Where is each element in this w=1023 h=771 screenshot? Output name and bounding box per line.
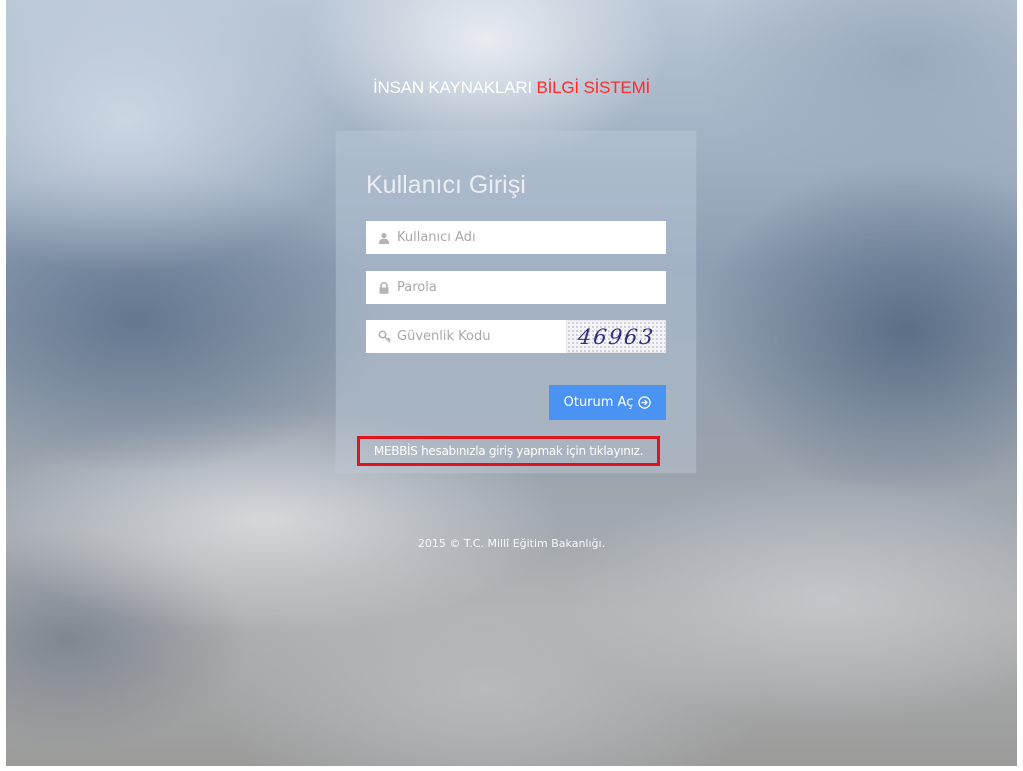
login-button-label: Oturum Aç	[563, 395, 634, 410]
captcha-text: 46963	[576, 324, 656, 349]
footer-copyright: 2015 © T.C. Millî Eğitim Bakanlığı.	[417, 537, 606, 550]
password-field[interactable]	[366, 271, 666, 304]
app-title-accent: BİLGİ SİSTEMİ	[536, 78, 651, 97]
user-icon	[377, 231, 391, 245]
captcha-image: 46963	[566, 320, 666, 353]
password-input[interactable]	[397, 272, 666, 303]
login-panel: Kullanıcı Girişi Kullanıcı Adı Güvenlik …	[336, 131, 696, 473]
arrow-circle-right-icon	[638, 396, 652, 409]
app-title: İNSAN KAYNAKLARI BİLGİ SİSTEMİ	[6, 78, 1017, 98]
lock-icon	[377, 281, 391, 295]
background: İNSAN KAYNAKLARI BİLGİ SİSTEMİ Kullanıcı…	[6, 0, 1017, 766]
username-field[interactable]	[366, 221, 666, 254]
login-button[interactable]: Oturum Aç	[549, 385, 666, 420]
security-code-field[interactable]	[366, 320, 566, 353]
username-input[interactable]	[397, 222, 666, 253]
key-icon	[377, 330, 391, 344]
mebbis-login-link[interactable]: MEBBİS hesabınızla giriş yapmak için tık…	[357, 436, 660, 466]
app-title-primary: İNSAN KAYNAKLARI	[372, 78, 537, 97]
login-panel-title: Kullanıcı Girişi	[366, 171, 526, 199]
security-code-input[interactable]	[397, 321, 566, 352]
